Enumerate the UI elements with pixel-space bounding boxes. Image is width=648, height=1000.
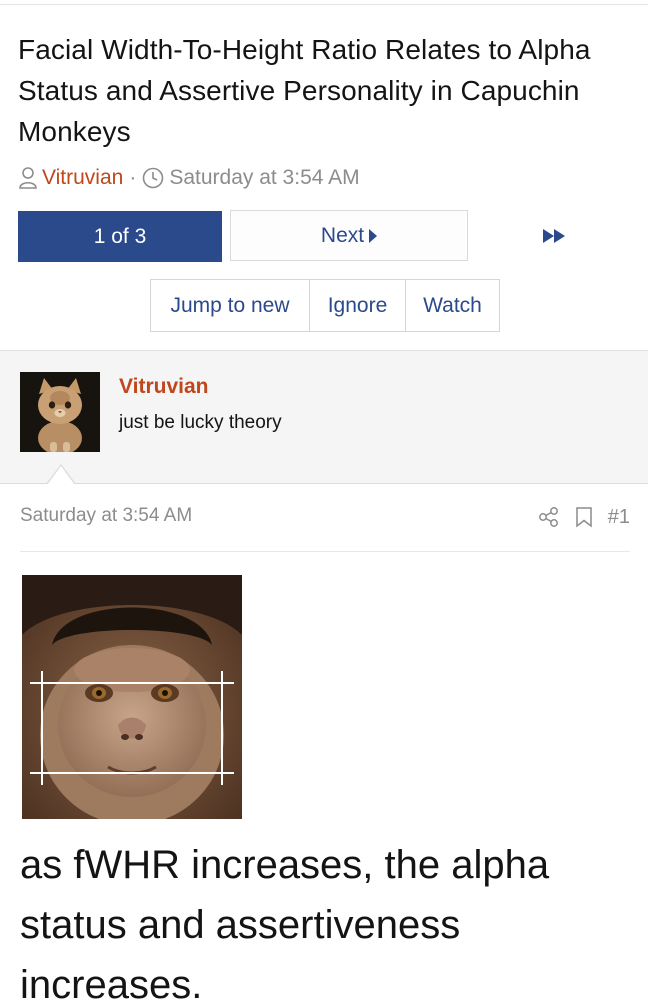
post-tools: #1 <box>524 503 630 531</box>
poster-user-title: just be lucky theory <box>119 412 282 433</box>
message-caret-fill <box>47 466 75 485</box>
next-arrow-icon <box>369 228 378 243</box>
poster-info-block: Vitruvian just be lucky theory <box>0 350 648 484</box>
watch-button[interactable]: Watch <box>405 280 499 331</box>
post-header-divider <box>20 551 630 552</box>
thread-date[interactable]: Saturday at 3:54 AM <box>169 166 359 190</box>
top-divider <box>0 4 648 5</box>
thread-action-group: Jump to new Ignore Watch <box>150 279 500 332</box>
thread-title: Facial Width-To-Height Ratio Relates to … <box>18 34 591 147</box>
ignore-button[interactable]: Ignore <box>309 280 405 331</box>
share-icon[interactable] <box>538 506 560 528</box>
clock-icon <box>143 167 164 189</box>
post-date-link[interactable]: Saturday at 3:54 AM <box>20 505 192 527</box>
kitten-avatar[interactable] <box>20 372 100 452</box>
post-number-link[interactable]: #1 <box>608 506 630 529</box>
page-indicator-button[interactable]: 1 of 3 <box>18 211 222 262</box>
thread-meta: Vitruvian · Saturday at 3:54 AM <box>18 163 360 193</box>
meta-separator: · <box>129 166 137 189</box>
fast-forward-icon[interactable] <box>540 222 570 250</box>
thread-page: Facial Width-To-Height Ratio Relates to … <box>0 0 648 1000</box>
bookmark-icon[interactable] <box>574 506 594 528</box>
next-page-label: Next <box>320 223 365 247</box>
capuchin-face-measurement-photo[interactable] <box>22 575 242 819</box>
poster-name-link[interactable]: Vitruvian <box>119 375 208 399</box>
post-body-text: as fWHR increases, the alpha status and … <box>20 843 550 1000</box>
thread-author-link[interactable]: Vitruvian <box>42 166 123 190</box>
next-page-button[interactable]: Next <box>230 210 468 261</box>
jump-to-new-button[interactable]: Jump to new <box>151 280 309 331</box>
user-icon <box>19 167 37 189</box>
